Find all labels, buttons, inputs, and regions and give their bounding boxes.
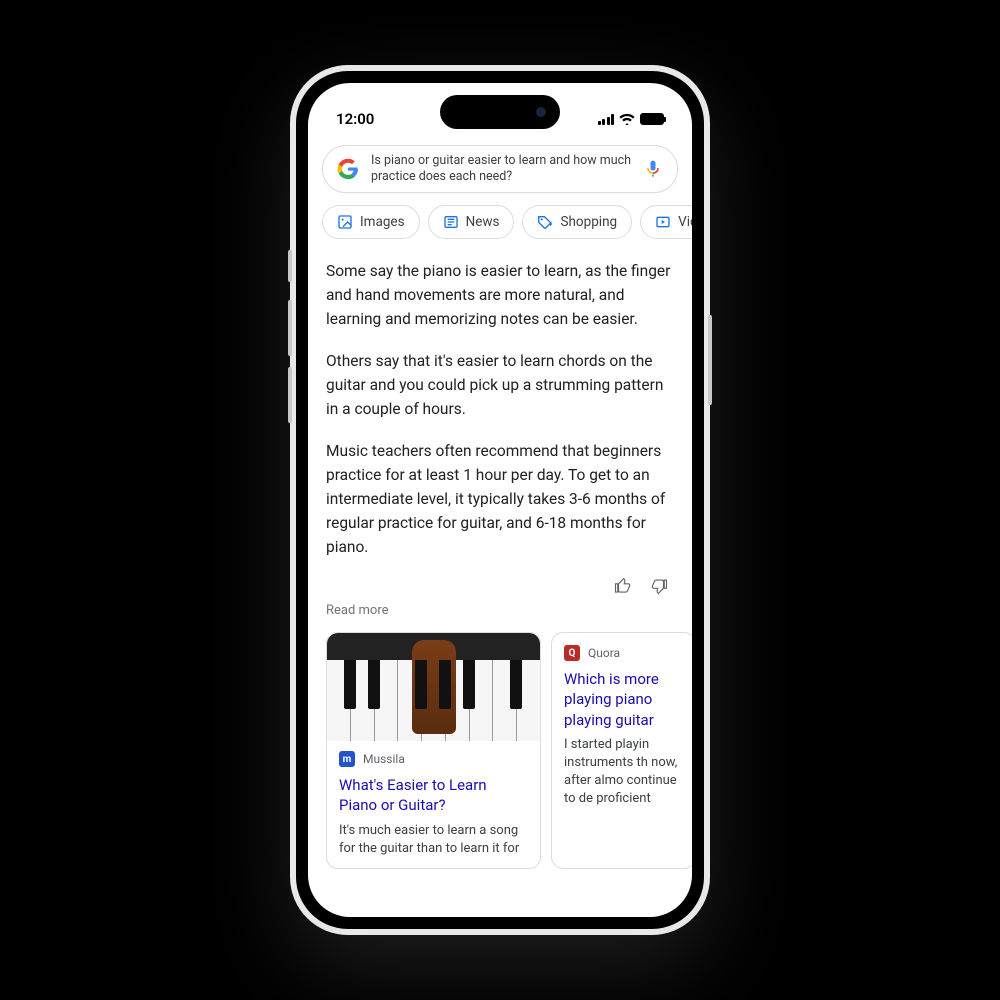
answer-paragraph: Music teachers often recommend that begi… [326,439,674,559]
chip-videos[interactable]: Videos [640,205,692,239]
read-more-label: Read more [326,603,674,618]
chip-label: Shopping [560,214,617,230]
mute-switch [288,250,292,282]
chip-label: Videos [678,214,692,230]
card-source: Quora [588,646,620,660]
quora-favicon: Q [564,645,580,661]
card-title: Which is more playing piano playing guit… [564,669,683,730]
tag-icon [537,214,553,230]
chip-label: Images [360,214,405,230]
phone-frame: 12:00 Is piano or guitar easier to learn… [290,65,710,935]
ai-answer: Some say the piano is easier to learn, a… [308,249,692,618]
front-camera [536,107,546,117]
chip-shopping[interactable]: Shopping [522,205,632,239]
chip-images[interactable]: Images [322,205,420,239]
search-bar[interactable]: Is piano or guitar easier to learn and h… [322,145,678,193]
mussila-favicon: m [339,751,355,767]
search-query-text: Is piano or guitar easier to learn and h… [371,153,631,184]
wifi-icon [619,113,635,125]
card-source: Mussila [363,752,405,766]
filter-chips-row: Images News Shopping Videos [308,205,692,249]
answer-paragraph: Others say that it's easier to learn cho… [326,349,674,421]
chip-label: News [466,214,500,230]
thumbs-up-icon[interactable] [614,577,632,595]
power-button [708,315,712,405]
source-card-quora[interactable]: Q Quora Which is more playing piano play… [551,632,692,869]
video-icon [655,214,671,230]
thumbs-down-icon[interactable] [650,577,668,595]
google-logo-icon [337,158,359,180]
news-icon [443,214,459,230]
source-card-mussila[interactable]: m Mussila What's Easier to Learn Piano o… [326,632,541,869]
card-image-piano-guitar [327,633,540,741]
cellular-signal-icon [598,114,615,125]
source-cards: m Mussila What's Easier to Learn Piano o… [308,632,692,869]
screen: 12:00 Is piano or guitar easier to learn… [308,83,692,917]
mic-icon[interactable] [643,159,663,179]
battery-icon [640,113,664,125]
dynamic-island [440,95,560,129]
card-snippet: I started playin instruments th now, aft… [564,736,683,809]
card-snippet: It's much easier to learn a song for the… [339,822,528,858]
status-time: 12:00 [336,110,374,128]
chip-news[interactable]: News [428,205,515,239]
volume-down-button [288,367,292,423]
image-icon [337,214,353,230]
answer-paragraph: Some say the piano is easier to learn, a… [326,259,674,331]
volume-up-button [288,300,292,356]
card-title: What's Easier to Learn Piano or Guitar? [339,775,528,816]
